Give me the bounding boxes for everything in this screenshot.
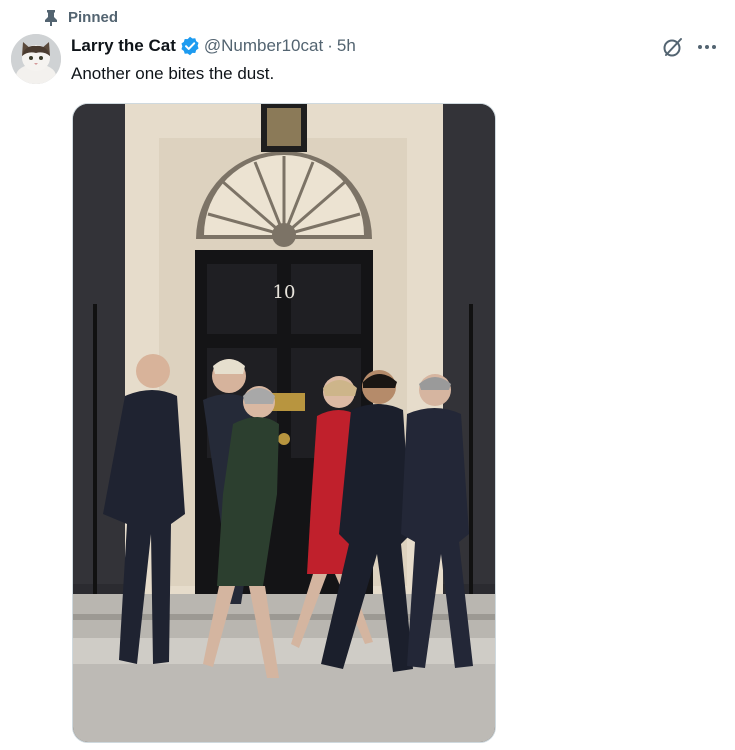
grok-icon[interactable] [662,36,684,58]
pinned-label: Pinned [68,9,119,26]
pin-icon [45,9,57,26]
separator-dot: · [327,36,333,55]
pinned-indicator: Pinned [44,9,118,26]
avatar[interactable] [11,34,61,84]
tweet-text: Another one bites the dust. [71,64,275,83]
tweet-media-photo[interactable]: 10 [72,103,496,743]
verified-badge-icon[interactable] [180,36,200,56]
door-number: 10 [273,282,296,303]
downing-street-photo: 10 [73,104,495,742]
tweet-header: Larry the Cat @Number10cat · 5h [71,36,356,56]
more-dots-icon[interactable] [696,36,718,58]
author-handle[interactable]: @Number10cat [204,36,323,56]
author-name[interactable]: Larry the Cat [71,36,176,56]
cat-avatar-image [11,34,61,84]
timestamp[interactable]: 5h [337,36,356,56]
